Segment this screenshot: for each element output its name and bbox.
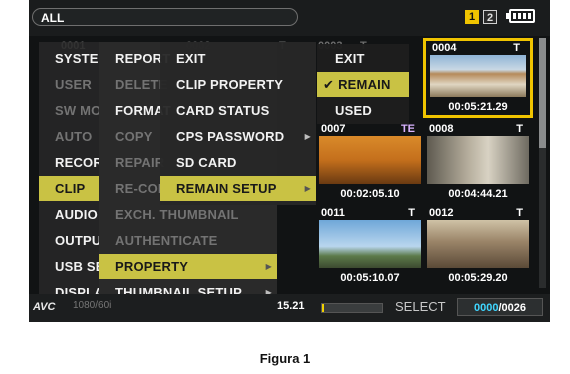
menu-item-output[interactable]: OUTPUT xyxy=(39,228,99,253)
menu-item-remain[interactable]: ✔ REMAIN xyxy=(317,72,409,97)
menu-item-label: REMAIN SETUP xyxy=(176,181,277,196)
thumbnail-flag: TE xyxy=(400,123,415,135)
main-menu: SYSTEM USER SW MODE AUTO RECORDING CLIP … xyxy=(39,42,99,322)
menu-item-recording[interactable]: RECORDING xyxy=(39,150,99,175)
menu-item-exit[interactable]: EXIT xyxy=(317,46,409,71)
submenu-arrow-icon: ▶ xyxy=(265,262,272,271)
menu-item-cps-password[interactable]: CPS PASSWORD ▶ xyxy=(160,124,316,149)
thumbnail-image xyxy=(430,55,526,97)
menu-item-label: PROPERTY xyxy=(115,259,189,274)
thumbnail-image xyxy=(319,136,421,184)
menu-item-user[interactable]: USER xyxy=(39,72,99,97)
thumbnail-0011[interactable]: 0011 T 00:05:10.07 xyxy=(315,206,425,286)
thumbnail-image xyxy=(427,136,529,184)
card-slot-2-indicator: 2 xyxy=(483,10,497,24)
timecode-display: 15.21 xyxy=(277,300,305,312)
bottom-status-bar: AVC 1080/60i 15.21 SELECT 0000/0026 xyxy=(29,294,550,322)
thumbnail-0012[interactable]: 0012 T 00:05:29.20 xyxy=(423,206,533,286)
top-bar: ALL 1 2 xyxy=(29,0,550,36)
menu-item-audio[interactable]: AUDIO xyxy=(39,202,99,227)
menu-item-label: REMAIN xyxy=(338,77,391,92)
menu-item-usb-setup[interactable]: USB SETUP xyxy=(39,254,99,279)
menu-item-auto[interactable]: AUTO xyxy=(39,124,99,149)
submenu-arrow-icon: ▶ xyxy=(304,132,311,141)
thumbnail-0008[interactable]: 0008 T 00:04:44.21 xyxy=(423,122,533,202)
menu-item-card-status[interactable]: CARD STATUS xyxy=(160,98,316,123)
playback-progress-bar xyxy=(321,303,383,313)
filter-label[interactable]: ALL xyxy=(32,8,298,26)
camera-screen: ALL 1 2 0001 0002 0003 T T 0004 T 00:05:… xyxy=(29,0,550,322)
thumbnail-image xyxy=(319,220,421,268)
selected-count: 0000 xyxy=(473,302,499,314)
total-count: /0026 xyxy=(498,302,526,314)
thumbnail-0007[interactable]: 0007 TE 00:02:05.10 xyxy=(315,122,425,202)
thumbnail-number: 0012 xyxy=(429,207,454,219)
card-slot-1-indicator: 1 xyxy=(465,10,479,24)
figure-caption: Figura 1 xyxy=(259,351,311,366)
thumbnail-number: 0008 xyxy=(429,123,454,135)
menu-item-clip-property[interactable]: CLIP PROPERTY xyxy=(160,72,316,97)
menu-item-exit[interactable]: EXIT xyxy=(160,46,316,71)
thumbnail-duration: 00:05:21.29 xyxy=(448,101,508,113)
checkmark-icon: ✔ xyxy=(323,77,335,92)
thumbnail-flag: T xyxy=(513,42,520,54)
thumbnail-flag: T xyxy=(516,207,523,219)
codec-label: AVC xyxy=(33,301,56,313)
thumbnail-scrollbar[interactable] xyxy=(539,38,546,288)
menu-item-label: CPS PASSWORD xyxy=(176,129,285,144)
select-label: SELECT xyxy=(395,299,446,314)
property-menu: EXIT CLIP PROPERTY CARD STATUS CPS PASSW… xyxy=(160,42,316,205)
menu-item-system[interactable]: SYSTEM xyxy=(39,46,99,71)
progress-fill xyxy=(322,304,324,312)
thumbnail-number: 0004 xyxy=(432,42,457,54)
selection-counter: 0000/0026 xyxy=(457,298,543,316)
thumbnail-0004[interactable]: 0004 T 00:05:21.29 xyxy=(423,38,533,118)
thumbnail-duration: 00:05:10.07 xyxy=(340,272,400,284)
menu-item-authenticate[interactable]: AUTHENTICATE xyxy=(99,228,277,253)
menu-item-remain-setup[interactable]: REMAIN SETUP ▶ xyxy=(160,176,316,201)
submenu-arrow-icon: ▶ xyxy=(304,184,311,193)
thumbnail-image xyxy=(427,220,529,268)
thumbnail-duration: 00:04:44.21 xyxy=(448,188,508,200)
remain-setup-menu: EXIT ✔ REMAIN USED xyxy=(317,44,409,124)
menu-item-sw-mode[interactable]: SW MODE xyxy=(39,98,99,123)
menu-item-exch-thumbnail[interactable]: EXCH. THUMBNAIL xyxy=(99,202,277,227)
thumbnail-duration: 00:05:29.20 xyxy=(448,272,508,284)
menu-item-clip[interactable]: CLIP xyxy=(39,176,99,201)
thumbnail-duration: 00:02:05.10 xyxy=(340,188,400,200)
scrollbar-thumb[interactable] xyxy=(539,38,546,148)
battery-icon xyxy=(506,9,535,23)
thumbnail-number: 0007 xyxy=(321,123,346,135)
thumbnail-flag: T xyxy=(516,123,523,135)
format-label: 1080/60i xyxy=(73,300,112,311)
menu-item-sd-card[interactable]: SD CARD xyxy=(160,150,316,175)
thumbnail-number: 0011 xyxy=(321,207,345,219)
menu-item-property[interactable]: PROPERTY ▶ xyxy=(99,254,277,279)
menu-item-used[interactable]: USED xyxy=(317,98,409,123)
thumbnail-flag: T xyxy=(408,207,415,219)
